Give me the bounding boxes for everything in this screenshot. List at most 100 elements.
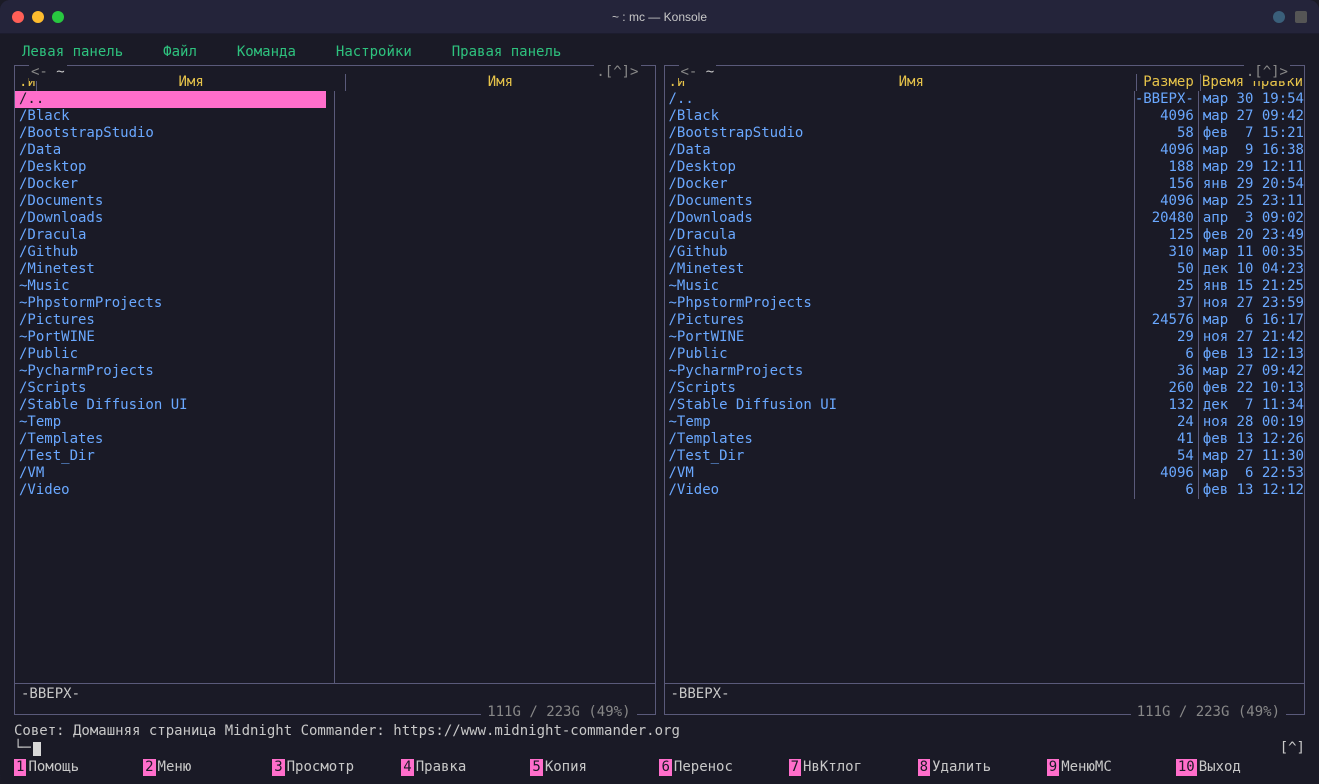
list-item[interactable]: /Pictures bbox=[19, 312, 334, 329]
mc-menubar[interactable]: Левая панель Файл Команда Настройки Прав… bbox=[14, 40, 1305, 65]
maximize-icon[interactable] bbox=[52, 11, 64, 23]
list-item[interactable]: /Black4096мар 27 09:42 bbox=[669, 108, 1305, 125]
prompt-right-marker: [^] bbox=[1280, 740, 1305, 757]
list-item[interactable]: /Stable Diffusion UI132дек 7 11:34 bbox=[669, 397, 1305, 414]
list-item[interactable]: /Public bbox=[19, 346, 334, 363]
list-item[interactable]: /Stable Diffusion UI bbox=[19, 397, 334, 414]
right-panel-path: ~ bbox=[706, 64, 714, 80]
list-item[interactable]: ~PortWINE bbox=[19, 329, 334, 346]
list-item[interactable]: ~PycharmProjects36мар 27 09:42 bbox=[669, 363, 1305, 380]
session-indicator-icon[interactable] bbox=[1273, 11, 1285, 23]
fkey-2[interactable]: 2Меню bbox=[143, 759, 272, 776]
list-item[interactable]: /Video6фев 13 12:12 bbox=[669, 482, 1305, 499]
list-item[interactable]: /Test_Dir54мар 27 11:30 bbox=[669, 448, 1305, 465]
list-item[interactable]: /Dracula125фев 20 23:49 bbox=[669, 227, 1305, 244]
file-name: /Downloads bbox=[669, 210, 1134, 227]
list-item[interactable]: ~PortWINE29ноя 27 21:42 bbox=[669, 329, 1305, 346]
left-panel-sort-icon[interactable]: .[^]> bbox=[594, 64, 640, 81]
list-item[interactable]: /Black bbox=[19, 108, 334, 125]
left-panel-column-1[interactable]: /../Black/BootstrapStudio/Data/Desktop/D… bbox=[15, 91, 335, 683]
minimize-icon[interactable] bbox=[32, 11, 44, 23]
panels-container: <- ~ .[^]> .и Имя Имя /../Black/Bootstra… bbox=[14, 65, 1305, 715]
list-item[interactable]: ~Music25янв 15 21:25 bbox=[669, 278, 1305, 295]
fkey-10[interactable]: 10Выход bbox=[1176, 759, 1305, 776]
right-panel-col-name[interactable]: Имя bbox=[687, 74, 1137, 91]
list-item[interactable]: /Dracula bbox=[19, 227, 334, 244]
right-panel-sort-icon[interactable]: .[^]> bbox=[1244, 64, 1290, 81]
list-item[interactable]: /Docker bbox=[19, 176, 334, 193]
fkey-number: 6 bbox=[659, 759, 671, 776]
left-panel-column-2[interactable] bbox=[335, 91, 654, 683]
window-menu-icon[interactable] bbox=[1295, 11, 1307, 23]
list-item[interactable]: /Video bbox=[19, 482, 334, 499]
list-item[interactable]: /Templates bbox=[19, 431, 334, 448]
list-item[interactable]: /Minetest bbox=[19, 261, 334, 278]
list-item[interactable]: /Github bbox=[19, 244, 334, 261]
fkey-label: Помощь bbox=[26, 759, 79, 776]
list-item[interactable]: /VM bbox=[19, 465, 334, 482]
list-item[interactable]: ~PhpstormProjects37ноя 27 23:59 bbox=[669, 295, 1305, 312]
list-item[interactable]: /Public6фев 13 12:13 bbox=[669, 346, 1305, 363]
list-item[interactable]: /Documents4096мар 25 23:11 bbox=[669, 193, 1305, 210]
list-item[interactable]: /Downloads20480апр 3 09:02 bbox=[669, 210, 1305, 227]
menu-command[interactable]: Команда bbox=[237, 44, 296, 61]
file-mtime: ноя 28 00:19 bbox=[1198, 414, 1304, 431]
right-panel[interactable]: <- ~ .[^]> .и Имя Размер Время правки /.… bbox=[664, 65, 1306, 715]
left-panel[interactable]: <- ~ .[^]> .и Имя Имя /../Black/Bootstra… bbox=[14, 65, 656, 715]
right-panel-body[interactable]: /..-ВВЕРХ-мар 30 19:54/Black4096мар 27 0… bbox=[665, 91, 1305, 683]
menu-right-panel[interactable]: Правая панель bbox=[452, 44, 562, 61]
fkey-number: 8 bbox=[918, 759, 930, 776]
file-size: 24 bbox=[1134, 414, 1198, 431]
list-item[interactable]: /Github310мар 11 00:35 bbox=[669, 244, 1305, 261]
menu-options[interactable]: Настройки bbox=[336, 44, 412, 61]
fkey-1[interactable]: 1Помощь bbox=[14, 759, 143, 776]
fkey-7[interactable]: 7НвКтлог bbox=[789, 759, 918, 776]
list-item[interactable]: /Scripts260фев 22 10:13 bbox=[669, 380, 1305, 397]
fkey-3[interactable]: 3Просмотр bbox=[272, 759, 401, 776]
close-icon[interactable] bbox=[12, 11, 24, 23]
file-size: 24576 bbox=[1134, 312, 1198, 329]
menu-left-panel[interactable]: Левая панель bbox=[22, 44, 123, 61]
file-size: 29 bbox=[1134, 329, 1198, 346]
list-item[interactable]: /Test_Dir bbox=[19, 448, 334, 465]
list-item[interactable]: /BootstrapStudio58фев 7 15:21 bbox=[669, 125, 1305, 142]
fkey-number: 9 bbox=[1047, 759, 1059, 776]
list-item[interactable]: /VM4096мар 6 22:53 bbox=[669, 465, 1305, 482]
list-item[interactable]: ~Temp bbox=[19, 414, 334, 431]
list-item[interactable]: /Desktop bbox=[19, 159, 334, 176]
fkey-5[interactable]: 5Копия bbox=[530, 759, 659, 776]
list-item[interactable]: /..-ВВЕРХ-мар 30 19:54 bbox=[669, 91, 1305, 108]
list-item[interactable]: /.. bbox=[15, 91, 326, 108]
fkey-9[interactable]: 9МенюМС bbox=[1047, 759, 1176, 776]
file-mtime: мар 27 11:30 bbox=[1198, 448, 1304, 465]
list-item[interactable]: /BootstrapStudio bbox=[19, 125, 334, 142]
list-item[interactable]: /Desktop188мар 29 12:11 bbox=[669, 159, 1305, 176]
menu-file[interactable]: Файл bbox=[163, 44, 197, 61]
fkey-4[interactable]: 4Правка bbox=[401, 759, 530, 776]
function-key-bar[interactable]: 1Помощь2Меню3Просмотр4Правка5Копия6Перен… bbox=[14, 757, 1305, 776]
file-name: /Scripts bbox=[669, 380, 1134, 397]
list-item[interactable]: /Templates41фев 13 12:26 bbox=[669, 431, 1305, 448]
list-item[interactable]: /Downloads bbox=[19, 210, 334, 227]
fkey-8[interactable]: 8Удалить bbox=[918, 759, 1047, 776]
fkey-number: 3 bbox=[272, 759, 284, 776]
list-item[interactable]: /Minetest50дек 10 04:23 bbox=[669, 261, 1305, 278]
list-item[interactable]: ~Temp24ноя 28 00:19 bbox=[669, 414, 1305, 431]
list-item[interactable]: /Data bbox=[19, 142, 334, 159]
list-item[interactable]: ~PhpstormProjects bbox=[19, 295, 334, 312]
list-item[interactable]: /Data4096мар 9 16:38 bbox=[669, 142, 1305, 159]
list-item[interactable]: ~Music bbox=[19, 278, 334, 295]
left-panel-body[interactable]: /../Black/BootstrapStudio/Data/Desktop/D… bbox=[15, 91, 655, 683]
list-item[interactable]: /Docker156янв 29 20:54 bbox=[669, 176, 1305, 193]
window-titlebar: ~ : mc — Konsole bbox=[0, 0, 1319, 34]
right-panel-col-size[interactable]: Размер bbox=[1136, 74, 1200, 91]
list-item[interactable]: ~PycharmProjects bbox=[19, 363, 334, 380]
left-panel-col-name-1[interactable]: Имя bbox=[37, 74, 346, 91]
list-item[interactable]: /Documents bbox=[19, 193, 334, 210]
fkey-6[interactable]: 6Перенос bbox=[659, 759, 788, 776]
shell-prompt[interactable]: └─ [^] bbox=[14, 740, 1305, 757]
list-item[interactable]: /Pictures24576мар 6 16:17 bbox=[669, 312, 1305, 329]
list-item[interactable]: /Scripts bbox=[19, 380, 334, 397]
file-name: /Video bbox=[669, 482, 1134, 499]
file-name: /Test_Dir bbox=[669, 448, 1134, 465]
